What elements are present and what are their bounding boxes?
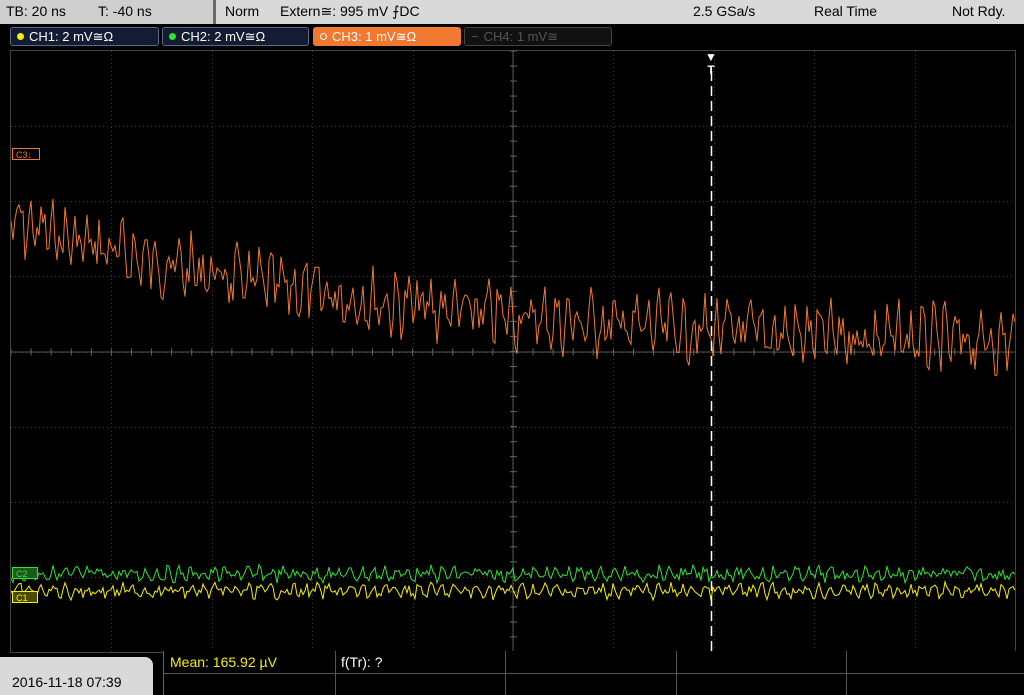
waveform-canvas — [11, 51, 1015, 652]
datetime-panel: 2016-11-18 07:39 — [0, 657, 153, 695]
ch1-indicator-icon — [17, 33, 24, 40]
channel-tab-ch2[interactable]: CH2: 2 mV≅Ω — [162, 27, 309, 46]
frequency-measurement[interactable]: f(Tr): ? — [341, 654, 382, 670]
timebase-panel[interactable]: TB: 20 ns T: -40 ns — [0, 0, 216, 24]
ch2-offset-marker[interactable]: C2 — [12, 567, 38, 579]
trigger-time-label[interactable]: T: -40 ns — [98, 3, 152, 19]
trigger-marker-label: T — [707, 63, 715, 77]
ch1-offset-marker[interactable]: C1 — [12, 591, 38, 603]
ch2-marker-label: C2 — [16, 569, 28, 579]
acquisition-mode-label[interactable]: Real Time — [814, 3, 877, 19]
status-bar: TB: 20 ns T: -40 ns Norm Extern≅: 995 mV… — [0, 0, 1024, 24]
sample-rate-label[interactable]: 2.5 GSa/s — [693, 3, 755, 19]
mean-measurement[interactable]: Mean: 165.92 µV — [170, 654, 277, 670]
ch2-label: CH2: 2 mV≅Ω — [181, 29, 266, 44]
channel-tab-ch4[interactable]: − CH4: 1 mV≅ — [464, 27, 612, 46]
ch3-label: CH3: 1 mV≅Ω — [332, 29, 417, 44]
trigger-mode-label[interactable]: Norm — [225, 3, 259, 19]
ch1-label: CH1: 2 mV≅Ω — [29, 29, 114, 44]
ch3-marker-label: C3↓ — [16, 150, 33, 160]
ch3-indicator-icon — [320, 33, 327, 40]
measurement-panel[interactable]: Mean: 165.92 µV f(Tr): ? — [163, 651, 1024, 695]
trigger-source-label[interactable]: Extern≅: 995 mV ⨍DC — [280, 3, 420, 20]
channel-tabs: CH1: 2 mV≅Ω CH2: 2 mV≅Ω CH3: 1 mV≅Ω − CH4… — [0, 24, 1024, 50]
ch2-indicator-icon — [169, 33, 176, 40]
ch4-off-icon: − — [471, 29, 479, 44]
ch3-offset-marker[interactable]: C3↓ — [12, 148, 40, 160]
ch4-label: CH4: 1 mV≅ — [483, 29, 559, 44]
acquisition-status-label: Not Rdy. — [952, 3, 1006, 19]
ch1-marker-label: C1 — [16, 593, 28, 603]
datetime-label: 2016-11-18 07:39 — [12, 674, 122, 690]
waveform-display[interactable] — [10, 50, 1016, 653]
channel-tab-ch3[interactable]: CH3: 1 mV≅Ω — [313, 27, 461, 46]
channel-tab-ch1[interactable]: CH1: 2 mV≅Ω — [10, 27, 159, 46]
graticule — [11, 51, 1015, 652]
timebase-label[interactable]: TB: 20 ns — [6, 3, 66, 19]
